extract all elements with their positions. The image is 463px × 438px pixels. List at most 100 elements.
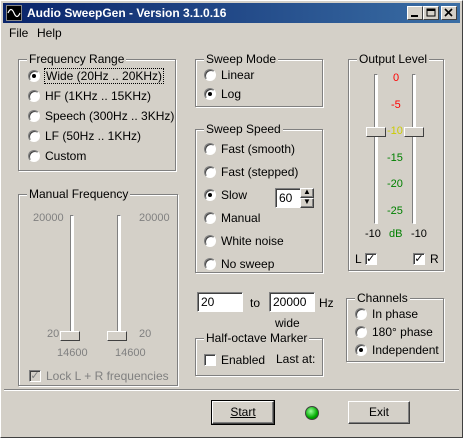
- frequency-range-option[interactable]: Speech (300Hz .. 3KHz): [28, 108, 174, 124]
- frequency-range-option[interactable]: HF (1KHz .. 15KHz): [28, 88, 151, 104]
- minimize-button[interactable]: [407, 6, 423, 20]
- arrow-up-icon: ▲: [303, 187, 311, 196]
- sweep-mode-option-label: Linear: [221, 68, 255, 82]
- radio-button: [204, 88, 216, 100]
- level-scale-tick: -25: [387, 204, 403, 217]
- radio-button: [204, 166, 216, 178]
- radio-button: [355, 308, 367, 320]
- channels-group: Channels In phase 180° phase Independent: [346, 291, 444, 362]
- radio-button: [204, 258, 216, 270]
- sweep-speed-option-label: Fast (smooth): [221, 142, 296, 156]
- right-frequency-slider[interactable]: [107, 331, 127, 341]
- menu-bar: File Help: [3, 24, 460, 42]
- right-freq-mid: 20: [139, 328, 152, 340]
- right-freq-top: 20000: [139, 212, 170, 224]
- frequency-range-option-label: Custom: [45, 149, 87, 163]
- sweep-mode-option[interactable]: Linear: [204, 67, 254, 83]
- l-check-box: ✓: [364, 253, 377, 265]
- right-channel-checkbox[interactable]: ✓ R: [413, 251, 439, 267]
- frequency-range-option-label: Wide (20Hz .. 20KHz): [43, 68, 165, 84]
- range-unit-label: Hz: [319, 296, 334, 310]
- sweep-to-input[interactable]: 20000: [269, 292, 315, 312]
- channels-option-label: Independent: [372, 343, 439, 357]
- frequency-range-option-label: HF (1KHz .. 15KHz): [45, 89, 152, 103]
- sweep-speed-option-label: Manual: [221, 211, 261, 225]
- left-channel-checkbox[interactable]: L ✓: [355, 251, 382, 267]
- radio-button: [204, 69, 216, 81]
- sweep-speed-option[interactable]: Fast (stepped): [204, 164, 298, 180]
- sweep-mode-option-label: Log: [221, 87, 242, 101]
- output-level-label: Output Level: [357, 52, 430, 66]
- menu-help[interactable]: Help: [37, 26, 62, 40]
- sweep-from-input[interactable]: 20: [197, 292, 243, 312]
- frequency-range-option[interactable]: Custom: [28, 148, 86, 164]
- r-label: R: [430, 252, 439, 266]
- left-freq-top: 20000: [33, 212, 64, 224]
- left-level-slider[interactable]: [366, 127, 386, 137]
- sine-wave-icon[interactable]: [6, 5, 22, 21]
- range-to-label: to: [250, 296, 261, 310]
- slow-speed-input[interactable]: 60: [275, 188, 301, 208]
- radio-button: [28, 110, 40, 122]
- radio-button: [28, 150, 40, 162]
- sweep-speed-option[interactable]: Manual: [204, 210, 260, 226]
- sweep-speed-label: Sweep Speed: [204, 122, 283, 136]
- sweep-speed-option-label: White noise: [221, 234, 284, 248]
- frequency-range-option[interactable]: LF (50Hz .. 1KHz): [28, 128, 141, 144]
- maximize-button[interactable]: [423, 6, 439, 20]
- level-scale-tick: -5: [391, 98, 401, 111]
- title-bar[interactable]: Audio SweepGen - Version 3.1.0.16: [3, 3, 460, 23]
- sweep-mode-group: Sweep Mode Linear Log: [195, 52, 323, 107]
- left-frequency-slider[interactable]: [60, 331, 80, 341]
- right-level-value: -10: [411, 228, 427, 240]
- frequency-range-option-label: Speech (300Hz .. 3KHz): [45, 109, 175, 123]
- manual-frequency-group: Manual Frequency 20000 20000 20 20 14600…: [18, 187, 178, 386]
- right-level-slider[interactable]: [404, 127, 424, 137]
- exit-button[interactable]: Exit: [348, 401, 410, 424]
- radio-button: [355, 326, 367, 338]
- channels-option-label: In phase: [372, 307, 419, 321]
- sweep-speed-option-label: Fast (stepped): [221, 165, 299, 179]
- r-check-box: ✓: [413, 253, 425, 265]
- manual-frequency-label: Manual Frequency: [27, 187, 131, 201]
- channels-label: Channels: [355, 291, 410, 305]
- menu-file[interactable]: File: [9, 26, 28, 40]
- frequency-range-option[interactable]: Wide (20Hz .. 20KHz): [28, 68, 165, 84]
- channels-option[interactable]: 180° phase: [355, 324, 433, 340]
- half-octave-enabled-checkbox[interactable]: Enabled: [204, 352, 265, 368]
- start-label: Start: [230, 405, 256, 419]
- channels-option[interactable]: In phase: [355, 306, 418, 322]
- maximize-icon: [426, 8, 436, 17]
- sweep-speed-option-label: Slow: [221, 188, 248, 202]
- sweep-speed-option[interactable]: White noise: [204, 233, 284, 249]
- sweep-mode-label: Sweep Mode: [204, 52, 279, 66]
- radio-button: [28, 70, 40, 82]
- sweep-mode-option[interactable]: Log: [204, 86, 241, 102]
- right-freq-bottom: 14600: [115, 347, 146, 359]
- channels-option[interactable]: Independent: [355, 342, 439, 358]
- start-button[interactable]: Start: [211, 400, 275, 425]
- level-scale-tick: -15: [387, 151, 403, 164]
- radio-button: [204, 235, 216, 247]
- enabled-check-box: [204, 354, 216, 366]
- channels-option-label: 180° phase: [372, 325, 433, 339]
- sweep-speed-option[interactable]: No sweep: [204, 256, 274, 272]
- radio-button: [204, 143, 216, 155]
- level-scale-tick: -20: [387, 178, 403, 190]
- speed-down-button[interactable]: ▼: [300, 198, 314, 208]
- radio-button: [355, 344, 367, 356]
- minimize-icon: [411, 15, 418, 17]
- lock-lr-checkbox[interactable]: ✓ Lock L + R frequencies: [29, 368, 169, 384]
- l-label: L: [355, 252, 362, 266]
- frequency-range-option-label: LF (50Hz .. 1KHz): [45, 129, 142, 143]
- radio-button: [28, 130, 40, 142]
- lock-check-box: ✓: [29, 370, 41, 382]
- radio-button: [204, 212, 216, 224]
- frequency-range-group: Frequency Range Wide (20Hz .. 20KHz) HF (…: [18, 52, 176, 171]
- close-icon: [444, 8, 453, 17]
- close-button[interactable]: [441, 6, 457, 20]
- exit-label: Exit: [368, 405, 389, 419]
- sweep-speed-option[interactable]: Fast (smooth): [204, 141, 295, 157]
- sweep-speed-option[interactable]: Slow: [204, 187, 247, 203]
- level-unit: dB: [389, 228, 403, 240]
